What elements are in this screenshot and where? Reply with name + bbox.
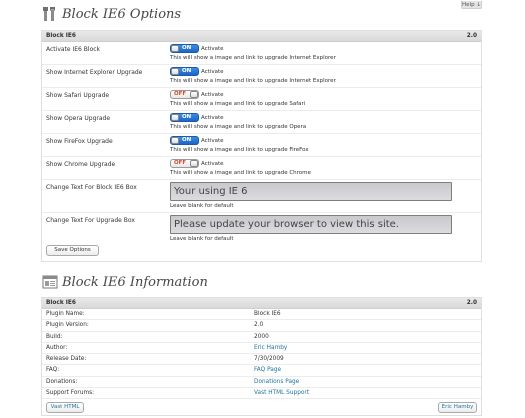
- info-value[interactable]: FAQ Page: [254, 367, 281, 373]
- toggle-knob: [171, 137, 179, 144]
- eric-hamby-button[interactable]: Eric Hamby: [438, 402, 477, 414]
- option-row: Show Chrome Upgrade OFF Activate This will …: [42, 157, 481, 180]
- option-toggle[interactable]: ON: [170, 136, 199, 145]
- panel-title: Block IE6: [46, 33, 76, 39]
- save-options-button[interactable]: Save Options: [46, 245, 99, 256]
- activate-label: Activate: [201, 91, 224, 98]
- toggle-knob: [190, 160, 198, 167]
- activate-label: Activate: [201, 114, 224, 121]
- option-description: This will show a image and link to upgra…: [170, 78, 336, 84]
- page-title: Block IE6 Options: [62, 6, 182, 22]
- option-description: This will show a image and link to upgra…: [170, 170, 311, 176]
- option-toggle[interactable]: ON: [170, 44, 199, 53]
- option-toggle[interactable]: ON: [170, 67, 199, 76]
- option-label: Show Safari Upgrade: [46, 92, 110, 99]
- info-title: Block IE6 Information: [62, 274, 208, 290]
- option-row: Show Safari Upgrade OFF Activate This will …: [42, 88, 481, 111]
- info-window-icon: [42, 275, 58, 289]
- option-description: This will show a image and link to upgra…: [170, 101, 306, 107]
- version-label: 2.0: [466, 33, 477, 39]
- text-ie6-hint: Leave blank for default: [170, 203, 234, 209]
- options-header: Block IE6 Options: [42, 4, 181, 24]
- text-upgrade-input[interactable]: Please update your browser to view this …: [170, 215, 452, 234]
- tools-icon: [43, 7, 55, 21]
- option-label: Activate IE6 Block: [46, 46, 101, 53]
- toggle-state: ON: [182, 114, 192, 120]
- text-upgrade-hint: Leave blank for default: [170, 236, 234, 242]
- info-key: Release Date:: [46, 356, 87, 363]
- option-description: This will show a image and link to upgra…: [170, 124, 307, 130]
- info-value[interactable]: Eric Hamby: [254, 345, 287, 351]
- info-key: Plugin Name:: [46, 311, 85, 317]
- toggle-knob: [171, 45, 179, 52]
- option-toggle[interactable]: OFF: [170, 159, 199, 168]
- text-ie6-row: Change Text For Block IE6 Box Your using…: [42, 180, 481, 213]
- info-key: Author:: [46, 344, 68, 351]
- toggle-state: ON: [182, 45, 192, 51]
- toggle-state: OFF: [174, 91, 187, 97]
- option-description: This will show a image and link to upgra…: [170, 55, 336, 61]
- info-value: 2.0: [254, 322, 264, 329]
- option-row: Show Internet Explorer Upgrade ON Activate…: [42, 65, 481, 88]
- info-value: 7/30/2009: [254, 356, 284, 363]
- option-row: Show FireFox Upgrade ON Activate This will …: [42, 134, 481, 157]
- info-row: Donations: Donations Page: [42, 377, 481, 389]
- option-row: Show Opera Upgrade ON Activate This will sh…: [42, 111, 481, 134]
- option-label: Show Opera Upgrade: [46, 115, 111, 122]
- option-description: This will show a image and link to upgra…: [170, 147, 309, 153]
- info-header: Block IE6 Information: [42, 272, 208, 292]
- activate-label: Activate: [201, 45, 224, 52]
- info-row: Support Forums: Vast HTML Support: [42, 388, 481, 400]
- text-ie6-label: Change Text For Block IE6 Box: [46, 184, 137, 191]
- text-ie6-input[interactable]: Your using IE 6: [170, 182, 452, 201]
- info-row: Plugin Name: Block IE6: [42, 309, 481, 321]
- options-panel: Block IE6 2.0 Activate IE6 Block ON Activa…: [41, 30, 482, 262]
- option-row: Activate IE6 Block ON Activate This will sh…: [42, 42, 481, 65]
- options-panel-header: Block IE6 2.0: [42, 31, 481, 42]
- info-row: Release Date: 7/30/2009: [42, 354, 481, 366]
- help-tab[interactable]: Help ↓: [461, 1, 482, 9]
- toggle-state: OFF: [174, 160, 187, 166]
- info-key: Build:: [46, 333, 63, 340]
- info-value[interactable]: Donations Page: [254, 379, 299, 385]
- info-key: Support Forums:: [46, 390, 95, 397]
- toggle-knob: [190, 91, 198, 98]
- info-panel-title: Block IE6: [46, 300, 76, 306]
- info-row: Author: Eric Hamby: [42, 343, 481, 355]
- option-toggle[interactable]: ON: [170, 113, 199, 122]
- info-key: Plugin Version:: [46, 322, 89, 329]
- vast-html-button[interactable]: Vast HTML: [46, 402, 84, 414]
- info-key: FAQ:: [46, 367, 60, 374]
- option-label: Show Internet Explorer Upgrade: [46, 69, 143, 76]
- info-row: FAQ: FAQ Page: [42, 365, 481, 377]
- activate-label: Activate: [201, 137, 224, 144]
- info-panel: Block IE6 2.0 Plugin Name: Block IE6 Plugi…: [41, 297, 482, 416]
- toggle-knob: [171, 68, 179, 75]
- option-toggle[interactable]: OFF: [170, 90, 199, 99]
- info-key: Donations:: [46, 378, 78, 385]
- text-upgrade-label: Change Text For Upgrade Box: [46, 217, 135, 224]
- option-label: Show FireFox Upgrade: [46, 138, 113, 145]
- info-panel-header: Block IE6 2.0: [42, 298, 481, 309]
- info-version-label: 2.0: [466, 300, 477, 306]
- info-value: 2000: [254, 333, 269, 340]
- info-value[interactable]: Vast HTML Support: [254, 390, 309, 396]
- info-value: Block IE6: [254, 311, 281, 317]
- text-upgrade-row: Change Text For Upgrade Box Please updat…: [42, 213, 481, 246]
- info-row: Plugin Version: 2.0: [42, 320, 481, 332]
- activate-label: Activate: [201, 68, 224, 75]
- activate-label: Activate: [201, 160, 224, 167]
- option-label: Show Chrome Upgrade: [46, 161, 116, 168]
- toggle-state: ON: [182, 68, 192, 74]
- toggle-state: ON: [182, 137, 192, 143]
- toggle-knob: [171, 114, 179, 121]
- info-row: Build: 2000: [42, 332, 481, 343]
